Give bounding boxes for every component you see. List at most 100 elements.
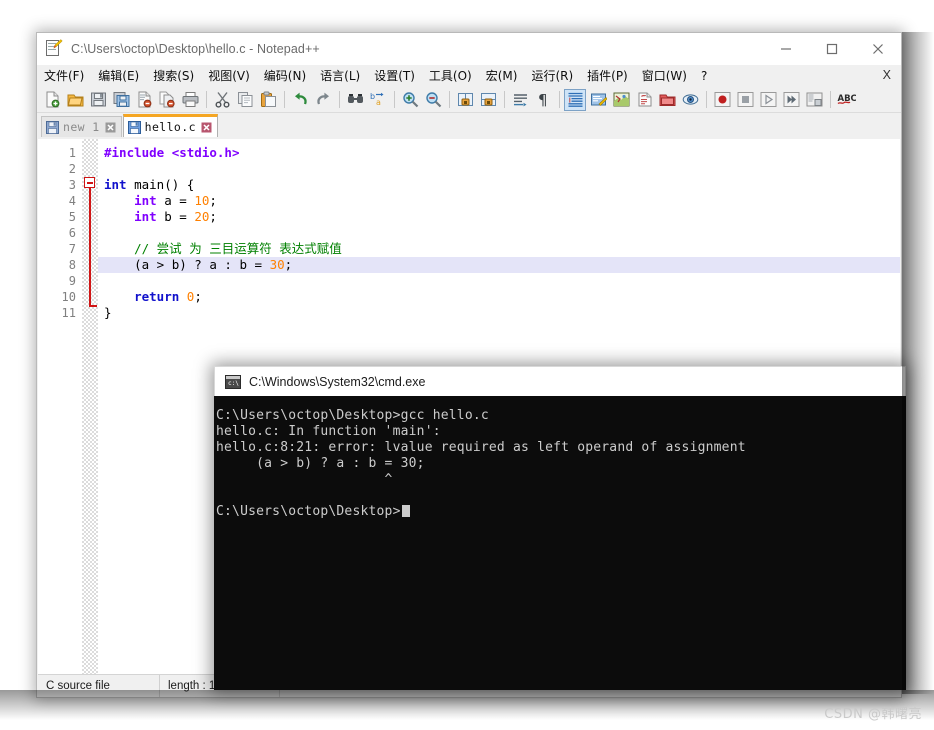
save-all-icon[interactable]	[110, 89, 132, 111]
code-token: int	[134, 193, 157, 208]
terminal-line: C:\Users\octop\Desktop>gcc hello.c	[216, 408, 489, 423]
line-number: 9	[68, 274, 76, 288]
watermark: CSDN @韩曙亮	[824, 707, 922, 722]
code-line: int a = 10;	[98, 193, 900, 209]
code-token: ;	[284, 257, 293, 272]
svg-text:¶: ¶	[538, 91, 548, 108]
code-line: (a > b) ? a : b = 30;	[98, 257, 900, 273]
zoom-in-icon[interactable]	[399, 89, 421, 111]
tab-new-1[interactable]: new 1	[41, 116, 122, 137]
terminal-line: hello.c:8:21: error: lvalue required as …	[216, 440, 746, 455]
save-icon[interactable]	[87, 89, 109, 111]
cmd-console-icon: c:\	[225, 374, 241, 389]
toolbar-separator	[206, 91, 207, 108]
document-map-icon[interactable]	[610, 89, 632, 111]
code-token: ;	[194, 289, 202, 304]
menu-item-window[interactable]: 窗口(W)	[635, 68, 694, 85]
menu-item-plugins[interactable]: 插件(P)	[580, 68, 635, 85]
code-token: return	[134, 289, 180, 304]
line-number: 11	[61, 306, 76, 320]
new-file-icon[interactable]	[41, 89, 63, 111]
paste-icon[interactable]	[257, 89, 279, 111]
terminal-title-bar[interactable]: c:\ C:\Windows\System32\cmd.exe	[214, 366, 906, 396]
close-icon[interactable]	[201, 121, 213, 133]
maximize-icon[interactable]	[809, 33, 855, 65]
code-token: a =	[156, 193, 195, 208]
terminal-output[interactable]: C:\Users\octop\Desktop>gcc hello.c hello.…	[214, 396, 906, 690]
menu-item-encoding[interactable]: 编码(N)	[257, 68, 313, 85]
title-bar[interactable]: C:\Users\octop\Desktop\hello.c - Notepad…	[37, 33, 901, 65]
folder-as-workspace-icon[interactable]	[656, 89, 678, 111]
stop-macro-icon[interactable]	[734, 89, 756, 111]
terminal-line: hello.c: In function 'main':	[216, 424, 441, 439]
menu-item-help[interactable]: ?	[694, 68, 714, 85]
code-line: // 尝试 为 三目运算符 表达式赋值	[98, 241, 900, 257]
save-macro-icon[interactable]	[803, 89, 825, 111]
spell-check-icon[interactable]: ABC	[835, 89, 857, 111]
status-document-type: C source file	[38, 674, 160, 697]
replace-icon[interactable]: ba	[367, 89, 389, 111]
menu-item-tools[interactable]: 工具(O)	[422, 68, 479, 85]
fold-collapse-icon[interactable]	[84, 177, 95, 188]
menu-item-settings[interactable]: 设置(T)	[367, 68, 422, 85]
function-list-icon[interactable]	[633, 89, 655, 111]
svg-text:b: b	[370, 92, 375, 101]
code-token: // 尝试 为 三目运算符 表达式赋值	[134, 241, 342, 256]
close-file-icon[interactable]	[133, 89, 155, 111]
toolbar-separator	[394, 91, 395, 108]
menu-item-run[interactable]: 运行(R)	[524, 68, 580, 85]
menu-item-edit[interactable]: 编辑(E)	[91, 68, 146, 85]
terminal-title: C:\Windows\System32\cmd.exe	[249, 374, 426, 389]
minimize-icon[interactable]	[763, 33, 809, 65]
zoom-out-icon[interactable]	[422, 89, 444, 111]
close-icon[interactable]	[855, 33, 901, 65]
menu-item-view[interactable]: 视图(V)	[201, 68, 257, 85]
print-icon[interactable]	[179, 89, 201, 111]
menu-item-language[interactable]: 语言(L)	[313, 68, 367, 85]
toolbar-separator	[830, 91, 831, 108]
code-line: int main() {	[98, 177, 900, 193]
undo-icon[interactable]	[289, 89, 311, 111]
pencil-glyph	[53, 39, 63, 49]
user-defined-language-icon[interactable]	[587, 89, 609, 111]
code-folding-margin[interactable]	[82, 139, 98, 674]
window-controls	[763, 33, 901, 65]
find-icon[interactable]	[344, 89, 366, 111]
record-macro-icon[interactable]	[711, 89, 733, 111]
menu-bar: 文件(F) 编辑(E) 搜索(S) 视图(V) 编码(N) 语言(L) 设置(T…	[37, 65, 901, 87]
word-wrap-icon[interactable]	[509, 89, 531, 111]
line-number: 5	[68, 210, 76, 224]
code-token: 10	[194, 193, 210, 208]
code-token: main	[134, 177, 165, 192]
code-token: #include	[104, 145, 172, 160]
monitor-icon[interactable]	[679, 89, 701, 111]
code-line: int b = 20;	[98, 209, 900, 225]
redo-icon[interactable]	[312, 89, 334, 111]
sync-horizontal-scroll-icon[interactable]	[477, 89, 499, 111]
menu-item-file[interactable]: 文件(F)	[37, 68, 91, 85]
cut-icon[interactable]	[211, 89, 233, 111]
sync-vertical-scroll-icon[interactable]	[454, 89, 476, 111]
terminal-line: (a > b) ? a : b = 30;	[216, 456, 425, 471]
terminal-line: ^	[216, 472, 393, 487]
run-macro-multiple-icon[interactable]	[780, 89, 802, 111]
menu-item-macro[interactable]: 宏(M)	[479, 68, 525, 85]
play-macro-icon[interactable]	[757, 89, 779, 111]
tab-hello-c[interactable]: hello.c	[122, 114, 218, 137]
indent-guide-icon[interactable]	[564, 88, 586, 111]
copy-icon[interactable]	[234, 89, 256, 111]
menu-item-search[interactable]: 搜索(S)	[146, 68, 201, 85]
close-document-button[interactable]: X	[883, 68, 891, 82]
close-all-files-icon[interactable]	[156, 89, 178, 111]
show-all-characters-icon[interactable]: ¶	[532, 89, 554, 111]
tab-label: new 1	[63, 120, 100, 134]
close-icon[interactable]	[105, 121, 117, 133]
line-number: 1	[68, 146, 76, 160]
open-file-icon[interactable]	[64, 89, 86, 111]
toolbar-separator	[284, 91, 285, 108]
